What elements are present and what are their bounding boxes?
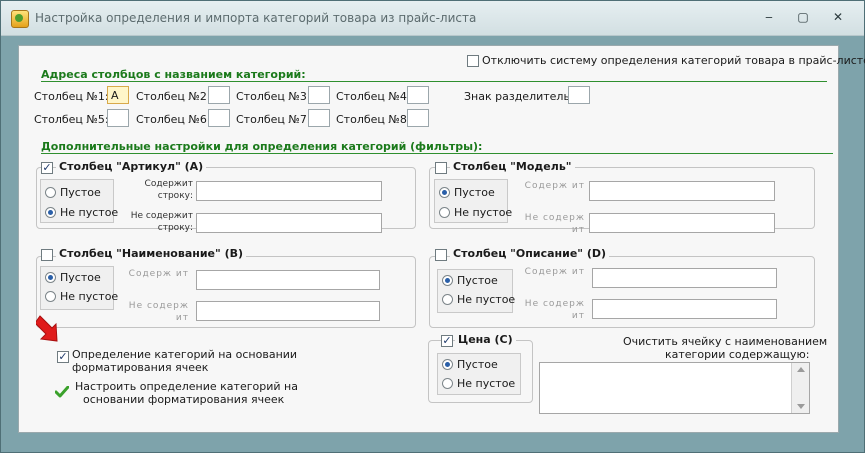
column-4-input[interactable] (407, 86, 429, 104)
price-not-empty-label: Не пустое (457, 377, 516, 390)
formatting-checkbox[interactable]: ✓ (57, 351, 69, 363)
section-divider (41, 81, 827, 82)
description-empty-label: Пустое (457, 274, 498, 287)
column-8-input[interactable] (407, 109, 429, 127)
description-not-contains-label: Не содерж ит (524, 299, 585, 321)
description-contains-label: Содерж ит (524, 267, 585, 277)
column-1-label: Столбец №1: (34, 90, 109, 103)
description-not-empty-radio[interactable] (442, 294, 453, 305)
model-group-title: Столбец "Модель" (450, 160, 575, 173)
description-empty-radio[interactable] (442, 275, 453, 286)
formatting-label-line2: форматирования ячеек (72, 361, 209, 374)
column-1-input[interactable]: A (107, 86, 129, 104)
column-5-input[interactable] (107, 109, 129, 127)
article-empty-radio[interactable] (45, 187, 56, 198)
column-7-label: Столбец №7: (236, 113, 311, 126)
column-4-label: Столбец №4: (336, 90, 411, 103)
description-group-title: Столбец "Описание" (D) (450, 247, 610, 260)
disable-system-label: Отключить систему определения категорий … (482, 54, 865, 67)
separator-label: Знак разделитель: (464, 90, 574, 103)
scroll-down-icon[interactable] (797, 404, 805, 409)
dialog-window: Настройка определения и импорта категори… (0, 0, 865, 453)
article-not-contains-input[interactable] (196, 213, 382, 233)
clear-label-line2: категории содержащую: (665, 348, 810, 361)
memo-scrollbar[interactable] (791, 363, 809, 413)
price-group-title: Цена (C) (455, 333, 516, 346)
close-button[interactable]: ✕ (827, 8, 849, 26)
title-bar: Настройка определения и импорта категори… (1, 1, 864, 36)
model-not-contains-input[interactable] (589, 213, 775, 233)
column-2-label: Столбец №2: (136, 90, 211, 103)
green-check-icon (55, 386, 69, 398)
name-not-contains-label: Не содерж ит (128, 301, 189, 323)
column-3-input[interactable] (308, 86, 330, 104)
article-not-contains-label: Не содержит строку: (130, 211, 193, 233)
name-checkbox[interactable] (41, 249, 53, 261)
model-not-empty-label: Не пустое (454, 206, 513, 219)
price-checkbox[interactable]: ✓ (441, 335, 453, 347)
column-6-input[interactable] (208, 109, 230, 127)
red-arrow-icon (36, 315, 58, 342)
name-contains-label: Содерж ит (128, 269, 189, 279)
column-3-label: Столбец №3: (236, 90, 311, 103)
dialog-body: Отключить систему определения категорий … (18, 45, 865, 433)
window-title: Настройка определения и импорта категори… (35, 11, 477, 25)
name-group-title: Столбец "Наименование" (B) (56, 247, 247, 260)
article-not-empty-radio[interactable] (45, 207, 56, 218)
model-contains-label: Содерж ит (524, 181, 585, 191)
price-empty-radio[interactable] (442, 359, 453, 370)
name-not-contains-input[interactable] (196, 301, 380, 321)
clear-label-line1: Очистить ячейку с наименованием (623, 335, 828, 348)
description-not-empty-label: Не пустое (457, 293, 516, 306)
clear-text-area[interactable] (539, 362, 810, 414)
model-not-empty-radio[interactable] (439, 207, 450, 218)
description-not-contains-input[interactable] (592, 299, 777, 319)
price-empty-label: Пустое (457, 358, 498, 371)
formatting-link-line1[interactable]: Настроить определение категорий на (75, 380, 298, 393)
name-empty-label: Пустое (60, 271, 101, 284)
model-empty-label: Пустое (454, 186, 495, 199)
article-group-title: Столбец "Артикул" (A) (56, 160, 207, 173)
column-6-label: Столбец №6: (136, 113, 211, 126)
disable-system-checkbox[interactable] (467, 55, 479, 67)
filters-section-title: Дополнительные настройки для определения… (41, 140, 483, 153)
description-contains-input[interactable] (592, 268, 777, 288)
column-2-input[interactable] (208, 86, 230, 104)
price-not-empty-radio[interactable] (442, 378, 453, 389)
columns-section-title: Адреса столбцов с названием категорий: (41, 68, 306, 81)
maximize-button[interactable]: ▢ (792, 8, 814, 26)
column-7-input[interactable] (308, 109, 330, 127)
separator-input[interactable] (568, 86, 590, 104)
name-not-empty-label: Не пустое (60, 290, 119, 303)
name-contains-input[interactable] (196, 270, 380, 290)
formatting-link-line2[interactable]: основании форматирования ячеек (83, 393, 284, 406)
minimize-button[interactable]: ‒ (758, 8, 780, 26)
name-not-empty-radio[interactable] (45, 291, 56, 302)
article-contains-label: Содержит строку: (144, 179, 193, 201)
app-icon (11, 10, 29, 28)
model-contains-input[interactable] (589, 181, 775, 201)
model-checkbox[interactable] (435, 162, 447, 174)
article-checkbox[interactable]: ✓ (41, 162, 53, 174)
model-empty-radio[interactable] (439, 187, 450, 198)
model-not-contains-label: Не содерж ит (524, 213, 585, 235)
article-empty-label: Пустое (60, 186, 101, 199)
article-not-empty-label: Не пустое (60, 206, 119, 219)
name-empty-radio[interactable] (45, 272, 56, 283)
article-contains-input[interactable] (196, 181, 382, 201)
scroll-up-icon[interactable] (797, 367, 805, 372)
description-checkbox[interactable] (435, 249, 447, 261)
column-5-label: Столбец №5: (34, 113, 109, 126)
column-8-label: Столбец №8: (336, 113, 411, 126)
formatting-label-line1: Определение категорий на основании (72, 348, 298, 361)
section-divider (41, 153, 833, 154)
